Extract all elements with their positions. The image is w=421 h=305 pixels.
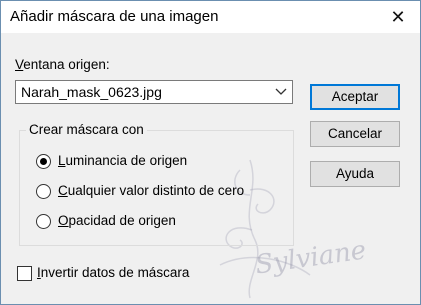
mask-options-legend: Crear máscara con — [26, 122, 147, 137]
invert-mask-label: Invertir datos de máscara — [37, 265, 190, 280]
radio-selected-dot — [40, 158, 47, 165]
dialog-title: Añadir máscara de una imagen — [10, 8, 219, 25]
close-icon[interactable]: ✕ — [386, 5, 410, 29]
radio-button[interactable] — [36, 214, 51, 229]
radio-label: Luminancia de origen — [58, 153, 188, 168]
accept-button[interactable]: Aceptar — [310, 84, 400, 110]
source-window-label: Ventana origen: — [15, 57, 110, 72]
source-window-value: Narah_mask_0623.jpg — [21, 84, 162, 100]
radio-label: Opacidad de origen — [58, 213, 176, 228]
chevron-down-icon — [275, 88, 287, 95]
radio-button[interactable] — [36, 154, 51, 169]
title-bar[interactable]: Añadir máscara de una imagen ✕ — [1, 1, 420, 33]
radio-label: Cualquier valor distinto de cero — [58, 183, 245, 198]
source-window-dropdown[interactable]: Narah_mask_0623.jpg — [15, 80, 293, 104]
cancel-button[interactable]: Cancelar — [310, 121, 400, 147]
radio-button[interactable] — [36, 184, 51, 199]
invert-mask-checkbox[interactable] — [17, 266, 32, 281]
